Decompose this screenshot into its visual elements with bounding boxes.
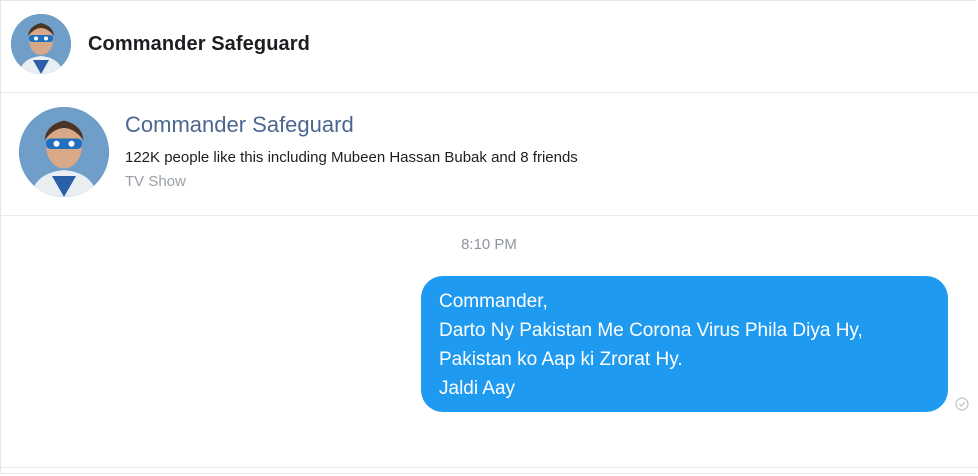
sent-check-icon <box>955 397 969 411</box>
chat-header: Commander Safeguard <box>0 0 978 93</box>
page-likes-text: 122K people like this including Mubeen H… <box>125 149 578 166</box>
message-line: Commander, <box>439 291 548 312</box>
timestamp-text: 8:10 PM <box>461 236 517 253</box>
message-line: Darto Ny Pakistan Me Corona Virus Phila … <box>439 320 863 341</box>
message-line: Jaldi Aay <box>439 378 516 399</box>
divider <box>0 467 978 468</box>
commander-safeguard-avatar-icon <box>11 14 71 74</box>
header-title[interactable]: Commander Safeguard <box>88 33 310 56</box>
page-category: TV Show <box>125 173 186 190</box>
sent-message-bubble[interactable]: Commander, Darto Ny Pakistan Me Corona V… <box>421 276 948 412</box>
page-avatar[interactable] <box>19 107 109 197</box>
page-info-card: Commander Safeguard 122K people like thi… <box>0 93 978 216</box>
message-timestamp: 8:10 PM <box>0 236 978 253</box>
page-name-link[interactable]: Commander Safeguard <box>125 112 354 138</box>
message-line: Pakistan ko Aap ki Zrorat Hy. <box>439 349 683 370</box>
commander-safeguard-avatar-icon <box>19 107 109 197</box>
header-avatar[interactable] <box>11 14 71 74</box>
